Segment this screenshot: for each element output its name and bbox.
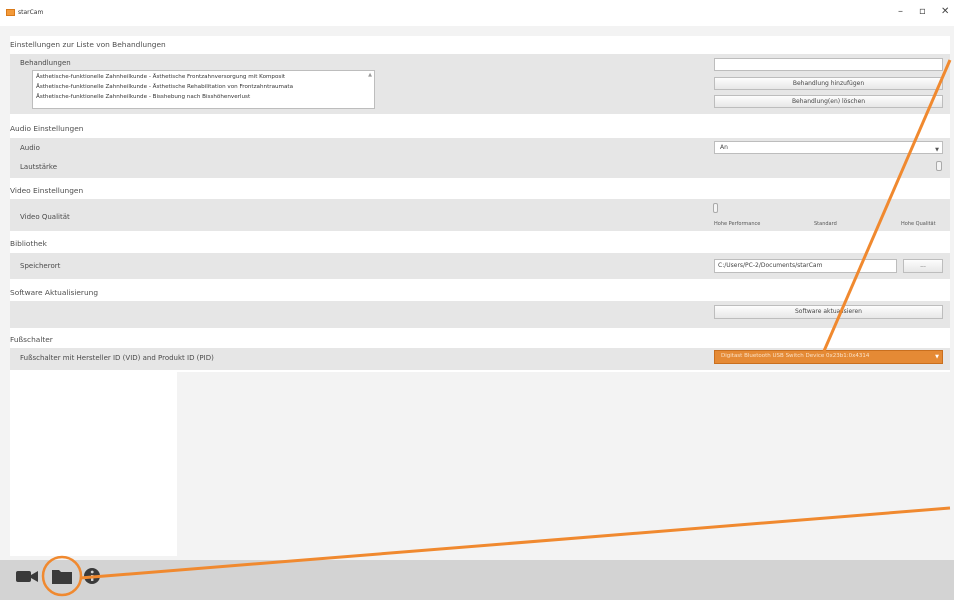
quality-tick-performance: Hohe Performance [714,221,761,227]
info-icon[interactable] [82,566,102,586]
treatments-listbox[interactable]: Ästhetische-funktionelle Zahnheilkunde -… [32,70,375,109]
quality-tick-high: Hohe Qualität [901,221,936,227]
quality-tick-standard: Standard [814,221,837,227]
app-title: starCam [18,9,44,16]
video-quality-slider-handle[interactable] [713,203,718,213]
footswitch-label: Fußschalter mit Hersteller ID (VID) and … [20,354,214,362]
update-software-button[interactable]: Software aktualisieren [714,305,943,319]
section-treatments-heading: Einstellungen zur Liste von Behandlungen [10,40,166,49]
storage-path-field[interactable]: C:/Users/PC-2/Documents/starCam [714,259,897,273]
storage-location-label: Speicherort [20,262,61,270]
list-item[interactable]: Ästhetische-funktionelle Zahnheilkunde -… [36,84,293,90]
delete-treatment-button[interactable]: Behandlung(en) löschen [714,95,943,108]
audio-select-value: An [720,144,728,151]
add-treatment-button[interactable]: Behandlung hinzufügen [714,77,943,90]
scroll-up-icon[interactable]: ▲ [368,72,372,78]
bottom-toolbar [0,560,954,600]
video-quality-label: Video Qualität [20,213,70,221]
new-treatment-input[interactable] [714,58,943,71]
section-video-heading: Video Einstellungen [10,186,84,195]
maximize-button[interactable]: ▫ [919,6,926,17]
section-library-heading: Bibliothek [10,239,47,248]
footswitch-device-value: Digitast Bluetooth USB Switch Device 0x2… [721,353,870,359]
section-update-heading: Software Aktualisierung [10,288,99,297]
side-panel [10,372,177,556]
browse-button[interactable]: ... [903,259,943,273]
app-icon [6,9,15,16]
minimize-button[interactable]: – [898,6,903,17]
list-item[interactable]: Ästhetische-funktionelle Zahnheilkunde -… [36,74,285,80]
audio-label: Audio [20,144,40,152]
list-item[interactable]: Ästhetische-funktionelle Zahnheilkunde -… [36,94,250,100]
folder-icon[interactable] [49,566,75,586]
audio-select[interactable]: An ▼ [714,141,943,154]
treatments-label: Behandlungen [20,59,71,67]
chevron-down-icon: ▼ [935,147,939,153]
section-footswitch-heading: Fußschalter [10,335,53,344]
footswitch-device-select[interactable]: Digitast Bluetooth USB Switch Device 0x2… [714,350,943,364]
video-row: Video Qualität [10,199,950,231]
volume-slider-handle[interactable] [936,161,942,171]
title-bar: starCam – ▫ ✕ [0,0,954,26]
chevron-down-icon: ▼ [935,354,939,360]
section-audio-heading: Audio Einstellungen [10,124,84,133]
volume-label: Lautstärke [20,163,58,171]
close-button[interactable]: ✕ [941,6,949,17]
video-camera-icon[interactable] [14,566,40,586]
